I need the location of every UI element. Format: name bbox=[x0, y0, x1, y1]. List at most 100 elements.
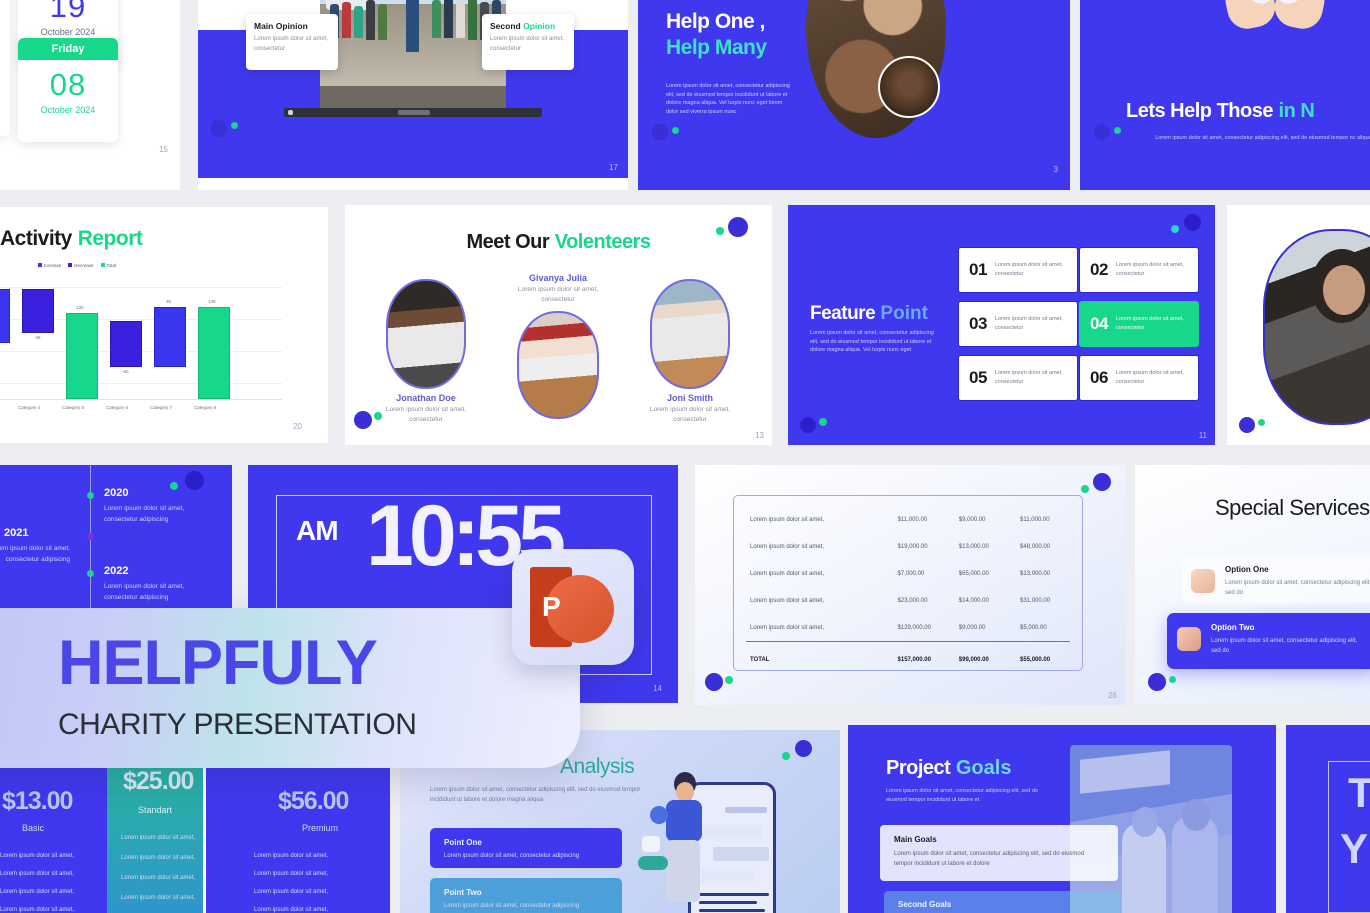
powerpoint-icon[interactable]: P bbox=[512, 549, 634, 665]
calendar-card-friday[interactable]: Friday 08 October 2024 bbox=[18, 38, 118, 142]
slide-activity-report[interactable]: Activity Report Activity Report Increase… bbox=[0, 207, 328, 443]
slide-lets-help[interactable]: Lets Help Those in N Lorem ipsum dolor s… bbox=[1080, 0, 1370, 190]
chart-bar bbox=[154, 307, 186, 367]
pricing-name: Basic bbox=[22, 823, 45, 833]
goals-card-main[interactable]: Main Goals Lorem ipsum dolor sit amet, c… bbox=[880, 825, 1118, 881]
slide-finance-table[interactable]: Lorem ipsum dolor sit amet, $11,000.00 $… bbox=[695, 465, 1125, 705]
feature-card-02[interactable]: 02 Lorem ipsum dolor sit amet, consectet… bbox=[1079, 247, 1199, 293]
slide-special-services[interactable]: Special Services Option One Lorem ipsum … bbox=[1135, 465, 1370, 705]
feature-body: Lorem ipsum dolor sit amet, consectetur … bbox=[810, 330, 934, 354]
pricing-item: Lorem ipsum dolor sit amet, bbox=[254, 871, 329, 877]
feature-card-number: 05 bbox=[969, 368, 987, 387]
service-body: Lorem ipsum dolor sit amet, consectetur … bbox=[1211, 638, 1358, 655]
slide-calendar[interactable]: 5 7 4 4 3 0 Tuesday 19 October 2024 Frid… bbox=[0, 0, 180, 190]
decorative-dot-small bbox=[725, 676, 733, 684]
feature-card-03[interactable]: 03 Lorem ipsum dolor sit amet, consectet… bbox=[958, 301, 1078, 347]
slide-help-one[interactable]: Help One , Help Many Lorem ipsum dolor s… bbox=[638, 0, 1070, 190]
decorative-dot-small bbox=[672, 127, 679, 134]
activity-title-first: Activity bbox=[0, 227, 72, 250]
table-cell-value: $23,000.00 bbox=[897, 598, 928, 604]
service-body: Lorem ipsum dolor sit amet, consectetur … bbox=[1225, 580, 1370, 597]
table-cell-value: $9,000.00 bbox=[958, 517, 986, 523]
decorative-dot-small bbox=[1081, 485, 1089, 493]
chart-bar bbox=[66, 313, 98, 399]
table-row: Lorem ipsum dolor sit amet, $11,000.00 $… bbox=[734, 517, 1082, 523]
special-services-title: Special Services bbox=[1215, 495, 1370, 520]
goals-card-title: Main Goals bbox=[894, 835, 937, 844]
pricing-tier-basic[interactable]: $13.00 Basic Lorem ipsum dolor sit amet,… bbox=[0, 765, 114, 913]
feature-card-number: 03 bbox=[969, 314, 987, 333]
clock-meridiem: AM bbox=[296, 515, 339, 546]
slide-project-goals[interactable]: Project Goals Lorem ipsum dolor sit amet… bbox=[848, 725, 1276, 913]
feature-title-second: Point bbox=[880, 303, 928, 324]
timeline-year-2022: 2022 bbox=[104, 565, 129, 577]
decorative-dot-large bbox=[652, 124, 668, 140]
chart-x-tick: Category 8 bbox=[194, 405, 217, 410]
slide-feature-point[interactable]: Feature Point Lorem ipsum dolor sit amet… bbox=[788, 205, 1215, 445]
volunteer-photo-3 bbox=[650, 279, 730, 389]
lets-help-heading-first: Lets Help Those bbox=[1126, 100, 1273, 122]
table-total-value: $55,000.00 bbox=[1020, 657, 1051, 663]
analysis-point-card-1[interactable] bbox=[430, 828, 622, 868]
chart-x-tick: Category 6 bbox=[106, 405, 129, 410]
chart-bar-label: -46 bbox=[34, 335, 41, 340]
pricing-item: Lorem ipsum dolor sit amet, bbox=[0, 889, 75, 895]
feature-card-05[interactable]: 05 Lorem ipsum dolor sit amet, consectet… bbox=[958, 355, 1078, 401]
analysis-point-body-1: Lorem ipsum dolor sit amet, consectetur … bbox=[444, 853, 580, 859]
table-cell-value: $7,000.00 bbox=[897, 571, 925, 577]
service-card-option-two[interactable]: Option Two Lorem ipsum dolor sit amet, c… bbox=[1167, 613, 1370, 669]
feature-card-number: 02 bbox=[1090, 260, 1108, 279]
thank-you-line1: T bbox=[1348, 769, 1370, 816]
opinion-card-second[interactable]: Second Opinion Lorem ipsum dolor sit ame… bbox=[482, 14, 574, 70]
pricing-tier-standart[interactable]: $25.00 Standart Lorem ipsum dolor sit am… bbox=[107, 765, 203, 913]
slide-phone-call[interactable] bbox=[1227, 205, 1370, 445]
slide-volunteers[interactable]: Meet Our Volenteers Jonathan Doe Lorem i… bbox=[345, 205, 772, 445]
finance-table: Lorem ipsum dolor sit amet, $11,000.00 $… bbox=[733, 495, 1083, 671]
table-total-row: TOTAL $157,000.00 $99,000.00 $55,000.00 bbox=[734, 657, 1082, 663]
calendar-weekday-badge: Friday bbox=[18, 38, 118, 60]
volunteer-desc-2: Lorem ipsum dolor sit amet, consectetur bbox=[517, 286, 599, 304]
thank-you-line2: Y bbox=[1340, 825, 1368, 872]
goals-title-second: Goals bbox=[955, 757, 1012, 779]
slide-page-number: 3 bbox=[1053, 165, 1058, 174]
chart-x-tick: Category 5 bbox=[62, 405, 85, 410]
decorative-dot-large bbox=[185, 471, 204, 490]
legend-item-increase: Increase bbox=[38, 263, 61, 268]
table-total-label: TOTAL bbox=[750, 657, 770, 663]
opinion-card-title: Main Opinion bbox=[254, 21, 330, 31]
table-total-value: $99,000.00 bbox=[958, 657, 989, 663]
chart-x-tick: Category 7 bbox=[150, 405, 173, 410]
hands-with-coins-icon bbox=[1212, 0, 1342, 34]
goals-card-second[interactable]: Second Goals bbox=[884, 891, 1122, 913]
decorative-dot-large bbox=[1094, 124, 1110, 140]
opinion-title-first: Main bbox=[254, 21, 274, 31]
chart-bar-label: 130 bbox=[76, 305, 84, 310]
feature-card-number: 04 bbox=[1090, 314, 1108, 333]
help-one-heading-line2: Help Many bbox=[666, 36, 767, 59]
calendar-month: October 2024 bbox=[40, 26, 96, 37]
feature-card-01[interactable]: 01 Lorem ipsum dolor sit amet, consectet… bbox=[958, 247, 1078, 293]
slide-opinion[interactable]: Main Opinion Lorem ipsum dolor sit amet,… bbox=[198, 0, 628, 190]
woman-on-phone-photo bbox=[1263, 229, 1370, 425]
table-cell-value: $31,000.00 bbox=[1020, 598, 1051, 604]
slide-page-number: 11 bbox=[1198, 431, 1207, 440]
feature-card-number: 06 bbox=[1090, 368, 1108, 387]
pricing-tier-premium[interactable]: $56.00 Premium Lorem ipsum dolor sit ame… bbox=[206, 765, 390, 913]
lets-help-body: Lorem ipsum dolor sit amet, consectetur … bbox=[1155, 135, 1370, 141]
service-title: Option Two bbox=[1211, 623, 1255, 632]
opinion-card-main[interactable]: Main Opinion Lorem ipsum dolor sit amet,… bbox=[246, 14, 338, 70]
teddy-bear-icon bbox=[1191, 569, 1215, 593]
calendar-month: October 2024 bbox=[40, 104, 96, 115]
child-photo-circle-2 bbox=[878, 56, 940, 118]
feature-card-06[interactable]: 06 Lorem ipsum dolor sit amet, consectet… bbox=[1079, 355, 1199, 401]
slide-pricing[interactable]: $13.00 Basic Lorem ipsum dolor sit amet,… bbox=[0, 765, 390, 913]
service-card-option-one[interactable]: Option One Lorem ipsum dolor sit amet, c… bbox=[1181, 555, 1370, 603]
volunteer-desc-1: Lorem ipsum dolor sit amet, consectetur bbox=[385, 406, 467, 424]
decorative-dot-small bbox=[819, 418, 827, 426]
feature-card-04[interactable]: 04 Lorem ipsum dolor sit amet, consectet… bbox=[1079, 301, 1199, 347]
table-cell-value: $14,000.00 bbox=[958, 598, 989, 604]
decorative-dot-small bbox=[782, 752, 790, 760]
feature-title-first: Feature bbox=[810, 303, 876, 324]
lets-help-heading-second: in N bbox=[1278, 100, 1315, 122]
slide-thank-you[interactable]: T Y bbox=[1286, 725, 1370, 913]
